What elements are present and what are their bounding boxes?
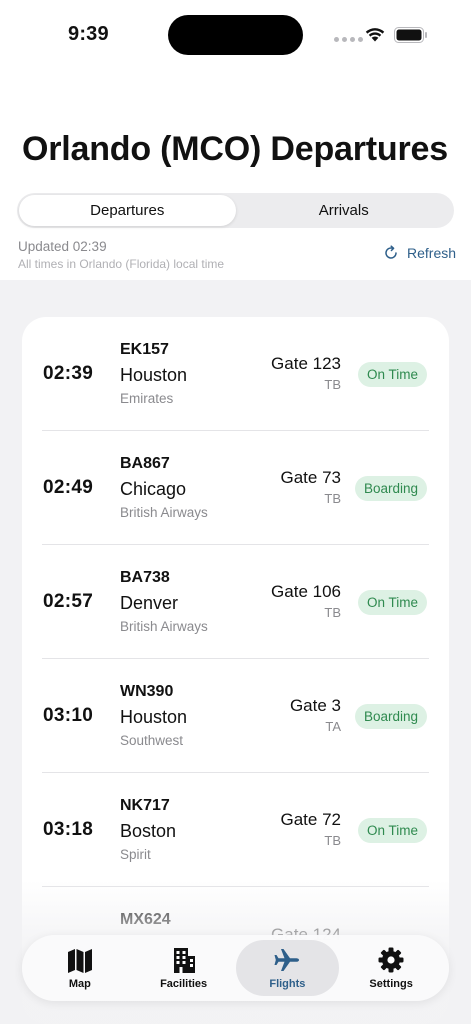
gate-number: Gate 123 <box>271 354 341 373</box>
terminal: TA <box>325 719 341 734</box>
airline-name: British Airways <box>120 619 208 634</box>
tab-bar: Map Facilities Flights Settings <box>22 935 449 1001</box>
departures-arrivals-segmented-control: Departures Arrivals <box>17 193 454 228</box>
wifi-icon <box>365 28 385 42</box>
refresh-icon <box>385 245 397 259</box>
battery-icon <box>394 27 427 43</box>
terminal: TB <box>324 491 341 506</box>
tab-label: Flights <box>269 978 306 990</box>
flight-row[interactable]: 03:18 NK717 Boston Spirit Gate 72 TB On … <box>22 773 449 887</box>
flight-number: MX624 <box>120 911 171 928</box>
status-badge: On Time <box>357 362 427 387</box>
refresh-button[interactable]: Refresh <box>383 245 456 261</box>
gear-icon <box>378 947 404 973</box>
departure-time: 03:10 <box>43 705 94 726</box>
destination-city: Houston <box>120 365 188 385</box>
departure-time: 03:18 <box>43 819 94 840</box>
departure-time: 02:57 <box>43 591 94 612</box>
tab-label: Settings <box>369 978 413 990</box>
flight-number: BA867 <box>120 455 170 472</box>
status-badge: Boarding <box>354 704 427 729</box>
cellular-signal-icon <box>334 37 363 42</box>
terminal: TB <box>324 377 341 392</box>
terminal: TB <box>324 605 341 620</box>
refresh-label: Refresh <box>407 245 457 261</box>
airline-name: Southwest <box>120 733 184 748</box>
gate-number: Gate 106 <box>271 582 341 601</box>
flight-row[interactable]: 02:39 EK157 Houston Emirates Gate 123 TB… <box>22 317 449 431</box>
status-badge: On Time <box>357 590 427 615</box>
flights-list: 02:39 EK157 Houston Emirates Gate 123 TB… <box>22 317 449 1024</box>
tab-label: Facilities <box>160 978 208 990</box>
segment-arrivals[interactable]: Arrivals <box>236 195 453 226</box>
tab-label: Map <box>68 978 91 990</box>
flight-number: BA738 <box>120 569 170 586</box>
airline-name: Emirates <box>120 391 174 406</box>
updated-timestamp: Updated 02:39 <box>18 239 107 254</box>
flight-number: NK717 <box>120 797 170 814</box>
timezone-note: All times in Orlando (Florida) local tim… <box>18 257 225 271</box>
airline-name: British Airways <box>120 505 208 520</box>
flight-row[interactable]: 03:10 WN390 Houston Southwest Gate 3 TA … <box>22 659 449 773</box>
gate-number: Gate 73 <box>280 468 342 487</box>
gate-number: Gate 3 <box>289 696 341 715</box>
status-badge: On Time <box>357 818 427 843</box>
flight-number: EK157 <box>120 341 169 358</box>
flight-row[interactable]: 02:57 BA738 Denver British Airways Gate … <box>22 545 449 659</box>
tab-flights[interactable]: Flights <box>235 940 340 996</box>
flight-number: WN390 <box>120 683 174 700</box>
page-title: Orlando (MCO) Departures <box>22 130 448 168</box>
status-time: 9:39 <box>68 23 109 45</box>
tab-facilities[interactable]: Facilities <box>132 940 236 996</box>
flight-row[interactable]: 02:49 BA867 Chicago British Airways Gate… <box>22 431 449 545</box>
destination-city: Boston <box>120 821 177 841</box>
segment-departures[interactable]: Departures <box>19 195 236 226</box>
destination-city: Chicago <box>120 479 187 499</box>
destination-city: Denver <box>120 593 179 613</box>
airplane-icon <box>274 949 300 971</box>
departure-time: 02:39 <box>43 363 94 384</box>
gate-number: Gate 72 <box>280 810 342 829</box>
airline-name: Spirit <box>120 847 151 862</box>
status-badge: Boarding <box>354 476 427 501</box>
tab-map[interactable]: Map <box>28 940 132 996</box>
terminal: TB <box>324 833 341 848</box>
map-icon <box>67 949 92 973</box>
destination-city: Houston <box>120 707 188 727</box>
dynamic-island <box>168 15 303 55</box>
building-icon <box>173 948 195 973</box>
departure-time: 02:49 <box>43 477 94 498</box>
status-bar: 9:39 <box>0 0 471 70</box>
tab-settings[interactable]: Settings <box>339 940 443 996</box>
